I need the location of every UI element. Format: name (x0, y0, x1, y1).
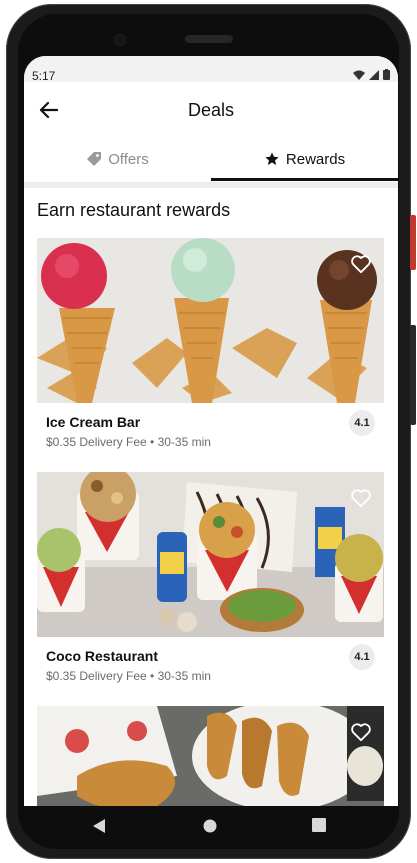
coco-food-illustration (37, 472, 384, 637)
volume-button (410, 325, 416, 425)
wifi-icon (353, 70, 365, 80)
restaurant-card[interactable]: Coco Restaurant $0.35 Delivery Fee • 30-… (37, 472, 384, 692)
heart-icon[interactable] (350, 254, 372, 274)
power-button (410, 215, 416, 270)
section-title: Earn restaurant rewards (37, 200, 231, 220)
app-screen: 5:17 Deals Offers Rewards Earn restauran… (24, 56, 398, 806)
section-divider (24, 182, 398, 188)
tab-bar: Offers Rewards (24, 138, 398, 182)
status-bar: 5:17 (24, 56, 398, 83)
rating-badge: 4.1 (349, 410, 375, 436)
page-title: Deals (187, 100, 235, 120)
heart-icon[interactable] (350, 488, 372, 508)
status-icons (353, 69, 390, 80)
restaurant-card[interactable] (37, 706, 384, 806)
restaurant-name: Ice Cream Bar (46, 414, 141, 430)
fried-chicken-illustration (37, 706, 384, 806)
rating-badge: 4.1 (349, 644, 375, 670)
heart-icon[interactable] (350, 722, 372, 742)
tag-icon (87, 152, 102, 166)
tab-offers[interactable]: Offers (24, 138, 211, 180)
front-camera (110, 30, 130, 50)
tab-rewards[interactable]: Rewards (211, 138, 398, 180)
restaurant-image-coco (37, 472, 384, 637)
tab-offers-label: Offers (108, 150, 149, 168)
status-time: 5:17 (32, 69, 56, 83)
restaurant-image-ice-cream (37, 238, 384, 403)
home-nav-icon[interactable] (202, 818, 218, 834)
restaurant-meta: $0.35 Delivery Fee • 30-35 min (46, 669, 211, 683)
earpiece-speaker (185, 35, 233, 43)
restaurant-card[interactable]: Ice Cream Bar $0.35 Delivery Fee • 30-35… (37, 238, 384, 458)
back-nav-icon[interactable] (92, 818, 106, 834)
tab-selected-indicator (211, 178, 398, 181)
tab-rewards-label: Rewards (285, 150, 346, 168)
ice-cream-illustration (37, 238, 384, 403)
system-nav-bar (24, 806, 398, 844)
restaurant-name: Coco Restaurant (46, 648, 159, 664)
battery-icon (383, 69, 390, 80)
star-icon (265, 152, 279, 165)
restaurant-meta: $0.35 Delivery Fee • 30-35 min (46, 435, 211, 449)
app-header: Deals (24, 82, 398, 138)
restaurant-image-chicken (37, 706, 384, 806)
recents-nav-icon[interactable] (312, 818, 326, 832)
signal-icon (369, 69, 379, 80)
